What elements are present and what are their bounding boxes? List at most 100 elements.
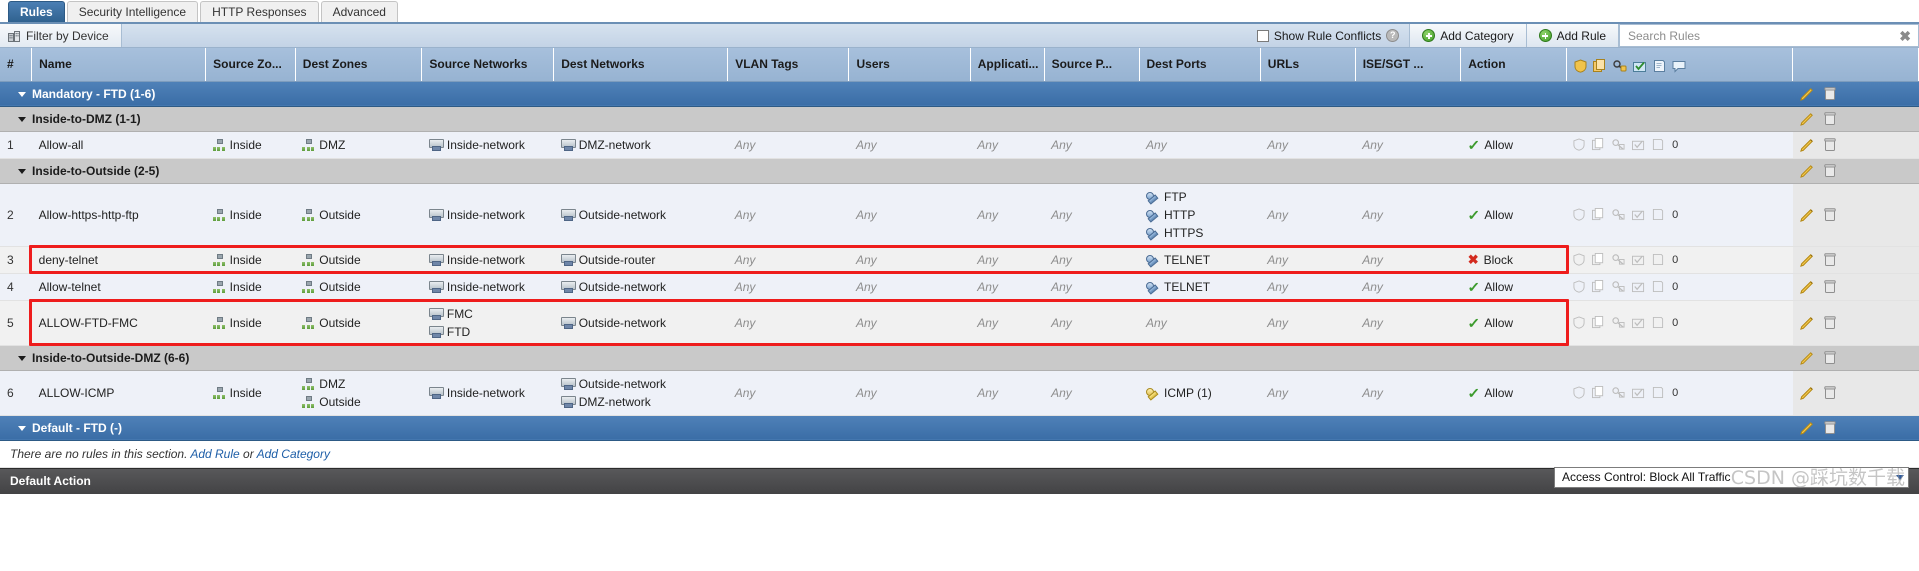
shield-icon[interactable] (1573, 280, 1585, 293)
shield-icon[interactable] (1573, 386, 1585, 399)
cell-dest-ports[interactable]: Any (1139, 300, 1261, 346)
copy-icon[interactable] (1592, 58, 1607, 73)
folder-check-icon[interactable] (1632, 280, 1645, 293)
net-entry[interactable]: DMZ-network (560, 137, 721, 153)
delete-trash-icon[interactable] (1824, 385, 1836, 400)
log-icon[interactable] (1652, 280, 1664, 293)
cell-vlan_tags[interactable]: Any (727, 370, 849, 416)
key-icon[interactable] (1612, 253, 1625, 266)
collapse-caret-icon[interactable] (18, 91, 26, 97)
cell-users[interactable]: Any (848, 300, 971, 346)
delete-trash-icon[interactable] (1824, 350, 1836, 365)
edit-pencil-icon[interactable] (1800, 112, 1814, 126)
cell-rule-name[interactable]: Allow-https-http-ftp (31, 183, 206, 247)
zone-entry[interactable]: Inside (212, 315, 289, 331)
copy-icon[interactable] (1592, 280, 1605, 293)
port-entry[interactable]: HTTP (1146, 207, 1253, 223)
cell-source-zones[interactable]: Inside (205, 300, 296, 346)
tab-advanced[interactable]: Advanced (320, 1, 398, 22)
cell-ise_sgt[interactable]: Any (1355, 183, 1461, 247)
cell-source_ports[interactable]: Any (1044, 273, 1140, 301)
port-entry[interactable]: FTP (1146, 189, 1253, 205)
cell-applications[interactable]: Any (970, 246, 1045, 274)
cell-vlan_tags[interactable]: Any (727, 273, 849, 301)
cell-applications[interactable]: Any (970, 273, 1045, 301)
folder-check-icon[interactable] (1632, 208, 1645, 221)
cell-dest-networks[interactable]: Outside-network DMZ-network (553, 370, 728, 416)
edit-pencil-icon[interactable] (1800, 316, 1814, 330)
cell-source_ports[interactable]: Any (1044, 300, 1140, 346)
delete-trash-icon[interactable] (1824, 207, 1836, 222)
cell-rule-name[interactable]: deny-telnet (31, 246, 206, 274)
cell-source_ports[interactable]: Any (1044, 183, 1140, 247)
cell-source_ports[interactable]: Any (1044, 131, 1140, 159)
zone-entry[interactable]: Outside (302, 252, 415, 268)
cell-action[interactable]: ✓ Allow (1460, 131, 1567, 159)
edit-pencil-icon[interactable] (1800, 164, 1814, 178)
shield-icon[interactable] (1573, 208, 1585, 221)
cell-action[interactable]: ✓ Allow (1460, 183, 1567, 247)
cell-action[interactable]: ✖ Block (1460, 246, 1567, 274)
cell-dest-networks[interactable]: Outside-network (553, 300, 728, 346)
edit-pencil-icon[interactable] (1800, 87, 1814, 101)
folder-check-icon[interactable] (1632, 59, 1647, 73)
cell-rule-name[interactable]: ALLOW-FTD-FMC (31, 300, 206, 346)
edit-pencil-icon[interactable] (1800, 253, 1814, 267)
cell-source-zones[interactable]: Inside (205, 370, 296, 416)
section-header-inside-to-outside-dmz[interactable]: Inside-to-Outside-DMZ (6-6) (0, 345, 1793, 371)
cell-dest-ports[interactable]: ICMP (1) (1139, 370, 1261, 416)
col-header-name[interactable]: Name (31, 48, 207, 82)
net-entry[interactable]: Outside-router (560, 252, 721, 268)
cell-dest-zones[interactable]: Outside (295, 246, 422, 274)
col-header-users[interactable]: Users (848, 48, 971, 82)
key-icon[interactable] (1612, 208, 1625, 221)
log-icon[interactable] (1652, 253, 1664, 266)
col-header-dest-zones[interactable]: Dest Zones (295, 48, 423, 82)
tab-rules[interactable]: Rules (8, 1, 65, 22)
cell-rule-name[interactable]: ALLOW-ICMP (31, 370, 206, 416)
cell-source-networks[interactable]: FMC FTD (421, 300, 554, 346)
section-header-mandatory[interactable]: Mandatory - FTD (1-6) (0, 81, 1793, 107)
section-header-inside-to-dmz[interactable]: Inside-to-DMZ (1-1) (0, 106, 1793, 132)
folder-check-icon[interactable] (1632, 138, 1645, 151)
add-rule-link[interactable]: Add Rule (190, 447, 239, 461)
rule-row[interactable]: 6 ALLOW-ICMP Inside DMZ Outside Inside-networ… (0, 370, 1919, 416)
cell-dest-networks[interactable]: DMZ-network (553, 131, 728, 159)
cell-dest-networks[interactable]: Outside-network (553, 183, 728, 247)
cell-applications[interactable]: Any (970, 370, 1045, 416)
cell-vlan_tags[interactable]: Any (727, 131, 849, 159)
collapse-caret-icon[interactable] (18, 425, 26, 431)
cell-source-networks[interactable]: Inside-network (421, 246, 554, 274)
cell-source-networks[interactable]: Inside-network (421, 183, 554, 247)
cell-dest-networks[interactable]: Outside-network (553, 273, 728, 301)
cell-action[interactable]: ✓ Allow (1460, 273, 1567, 301)
help-icon[interactable]: ? (1386, 29, 1400, 42)
cell-users[interactable]: Any (848, 246, 971, 274)
rule-row[interactable]: 3 deny-telnet Inside Outside Inside-network O… (0, 246, 1919, 274)
port-entry[interactable]: TELNET (1146, 279, 1253, 295)
cell-dest-ports[interactable]: FTP HTTP HTTPS (1139, 183, 1261, 247)
col-header-action[interactable]: Action (1460, 48, 1567, 82)
cell-source_ports[interactable]: Any (1044, 370, 1140, 416)
zone-entry[interactable]: Inside (212, 137, 289, 153)
cell-vlan_tags[interactable]: Any (727, 183, 849, 247)
zone-entry[interactable]: Outside (302, 279, 415, 295)
copy-icon[interactable] (1592, 386, 1605, 399)
section-header-default-ftd[interactable]: Default - FTD (-) (0, 415, 1793, 441)
edit-pencil-icon[interactable] (1800, 280, 1814, 294)
cell-ise_sgt[interactable]: Any (1355, 131, 1461, 159)
col-header-vlan-tags[interactable]: VLAN Tags (727, 48, 850, 82)
folder-check-icon[interactable] (1632, 386, 1645, 399)
col-header-source-p[interactable]: Source P... (1044, 48, 1140, 82)
cell-action[interactable]: ✓ Allow (1460, 370, 1567, 416)
delete-trash-icon[interactable] (1824, 137, 1836, 152)
net-entry[interactable]: Outside-network (560, 376, 721, 392)
cell-dest-zones[interactable]: Outside (295, 183, 422, 247)
collapse-caret-icon[interactable] (18, 116, 26, 122)
cell-ise_sgt[interactable]: Any (1355, 370, 1461, 416)
cell-source-zones[interactable]: Inside (205, 246, 296, 274)
folder-check-icon[interactable] (1632, 316, 1645, 329)
cell-vlan_tags[interactable]: Any (727, 246, 849, 274)
shield-icon[interactable] (1574, 58, 1587, 73)
zone-entry[interactable]: Inside (212, 252, 289, 268)
